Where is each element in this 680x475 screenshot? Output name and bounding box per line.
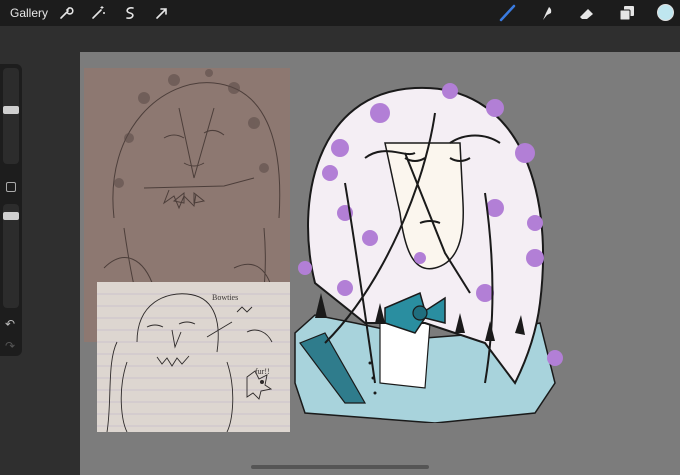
- reference-sketch-2: Bowties fur!!: [97, 282, 290, 432]
- gallery-button[interactable]: Gallery: [10, 6, 48, 20]
- fur-note: fur!!: [255, 367, 270, 376]
- undo-icon[interactable]: ↶: [5, 318, 15, 330]
- opacity-knob[interactable]: [3, 212, 19, 220]
- transform-arrow-icon[interactable]: [153, 4, 171, 22]
- smudge-icon[interactable]: [537, 3, 557, 23]
- eraser-icon[interactable]: [577, 3, 597, 23]
- top-toolbar: Gallery: [0, 0, 680, 26]
- selection-icon[interactable]: [121, 4, 139, 22]
- layers-icon[interactable]: [617, 3, 637, 23]
- magic-wand-icon[interactable]: [89, 4, 107, 22]
- left-sidebar: ↶ ↷: [0, 64, 22, 356]
- brush-size-slider[interactable]: [3, 68, 19, 164]
- modify-button[interactable]: [6, 182, 16, 192]
- brush-size-knob[interactable]: [3, 106, 19, 114]
- wrench-icon[interactable]: [57, 4, 75, 22]
- color-picker-swatch[interactable]: [657, 4, 674, 21]
- home-indicator: [251, 465, 429, 469]
- redo-icon[interactable]: ↷: [5, 340, 15, 352]
- bowties-note: Bowties: [212, 293, 238, 302]
- brush-icon[interactable]: [498, 3, 518, 23]
- character-artwork: [285, 83, 575, 424]
